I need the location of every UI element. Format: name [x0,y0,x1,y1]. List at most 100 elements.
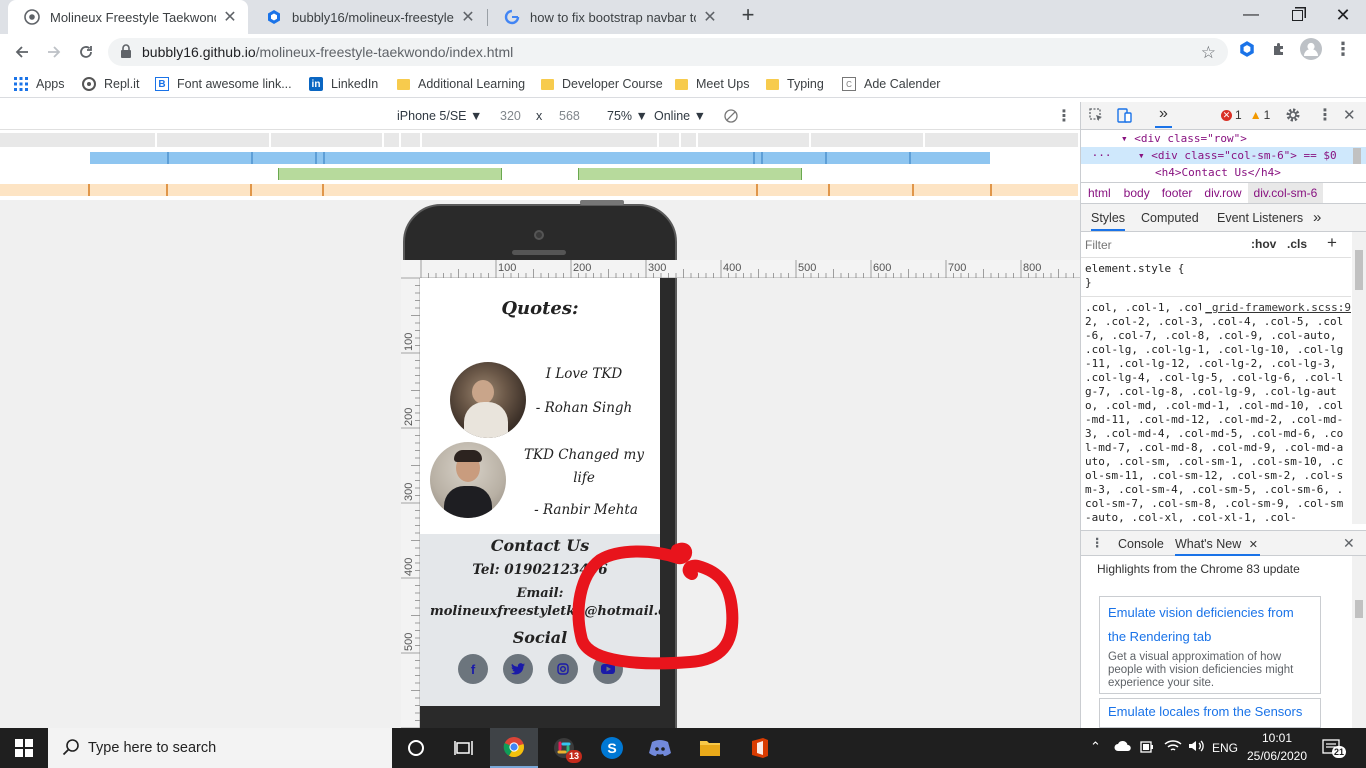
profile-avatar[interactable] [1300,38,1322,60]
tab-molineux[interactable]: Molineux Freestyle Taekwondo ✕ [8,0,248,34]
tab-more[interactable]: » [1313,209,1321,226]
rule-source-link[interactable]: _grid-framework.scss:9 [1201,301,1351,315]
drawer-close-icon[interactable]: ✕ [1343,535,1355,552]
bookmark-typing[interactable]: Typing [765,75,824,93]
element-style-rule[interactable]: element.style { } [1081,258,1351,297]
new-tab-button[interactable]: + [736,4,760,28]
tray-chevron-icon[interactable]: ⌃ [1090,739,1101,755]
mq-orange-bar[interactable] [0,184,1078,196]
breadcrumb-div-col[interactable]: div.col-sm-6 [1247,183,1324,203]
drawer-menu-icon[interactable]: ⋮ [1091,535,1104,550]
forward-arrow-icon[interactable] [40,38,68,66]
breadcrumb-body[interactable]: body [1118,186,1156,200]
error-count-badge[interactable]: ✕ 1 ▲ 1 [1221,108,1270,122]
action-center-icon[interactable]: 21 [1322,738,1347,761]
breadcrumb-html[interactable]: html [1081,186,1118,200]
bookmark-apps[interactable]: Apps [14,75,65,93]
styles-filter-input[interactable] [1085,236,1241,254]
bookmark-linkedin[interactable]: in LinkedIn [309,75,378,93]
taskbar-search-box[interactable]: Type here to search [48,728,392,768]
clock-time[interactable]: 10:01 [1248,731,1306,745]
breadcrumb-footer[interactable]: footer [1156,186,1199,200]
twitter-icon[interactable] [503,654,533,684]
card-title-link[interactable]: Emulate locales from the Sensors [1108,703,1312,721]
skype-taskbar-icon[interactable]: S [588,728,636,768]
back-arrow-icon[interactable] [8,38,36,66]
cls-toggle[interactable]: .cls [1287,237,1307,251]
tab-github[interactable]: bubbly16/molineux-freestyle-tae ✕ [250,0,486,34]
extensions-puzzle-icon[interactable] [1268,38,1290,60]
styles-scrollbar-track[interactable] [1352,232,1366,524]
whats-new-card-2[interactable]: Emulate locales from the Sensors [1099,698,1321,728]
slack-taskbar-icon[interactable]: 13 [540,728,588,768]
zoom-select[interactable]: 75% ▼ [607,109,648,123]
tab-close-icon[interactable]: ✕ [460,7,476,27]
inspect-element-icon[interactable] [1089,108,1104,126]
tab-computed[interactable]: Computed [1141,211,1199,225]
mq-blue-bar[interactable] [90,152,990,164]
tab-close-icon[interactable]: ✕ [222,7,238,27]
dom-line-row[interactable]: ▾ <div class="row"> [1081,130,1366,147]
tab-google[interactable]: how to fix bootstrap navbar to to ✕ [488,0,728,34]
rotate-disabled-icon[interactable] [724,109,738,126]
grid-rule[interactable]: _grid-framework.scss:9 .col, .col-1, .co… [1081,297,1351,525]
chrome-taskbar-icon[interactable] [490,728,538,768]
close-window-icon[interactable]: ✕ [1320,0,1366,30]
file-explorer-icon[interactable] [686,728,734,768]
language-indicator[interactable]: ENG [1212,741,1238,755]
discord-taskbar-icon[interactable] [636,728,684,768]
device-height-input[interactable]: 568 [559,109,580,123]
device-width-input[interactable]: 320 [500,109,521,123]
battery-icon[interactable] [1140,740,1156,757]
lock-icon[interactable] [120,43,138,61]
tab-close-icon[interactable]: ✕ [702,7,718,27]
bookmark-meet-ups[interactable]: Meet Ups [674,75,750,93]
bookmark-ade-calender[interactable]: C Ade Calender [842,75,940,93]
new-style-rule-icon[interactable]: + [1327,233,1337,253]
drawer-scrollbar-thumb[interactable] [1355,600,1363,618]
tab-styles[interactable]: Styles [1091,211,1126,231]
drawer-scrollbar[interactable] [1352,556,1366,728]
dom-scrollbar[interactable] [1353,148,1361,164]
device-select[interactable]: iPhone 5/SE ▼ [397,109,482,123]
wifi-icon[interactable] [1164,739,1182,756]
device-toolbar-more-icon[interactable]: ⋮ [1056,106,1072,126]
close-tab-icon[interactable]: ✕ [1249,539,1258,551]
bookmark-font-awesome[interactable]: B Font awesome link... [155,75,292,93]
reload-icon[interactable] [72,38,100,66]
bookmark-additional-learning[interactable]: Additional Learning [396,75,525,93]
bookmark-star-icon[interactable]: ☆ [1201,43,1216,63]
facebook-icon[interactable]: f [458,654,488,684]
drawer-tab-console[interactable]: Console [1118,537,1164,551]
clock-date[interactable]: 25/06/2020 [1246,749,1308,763]
bookmark-replit[interactable]: Repl.it [82,75,139,93]
devtools-menu-icon[interactable]: ⋮ [1317,105,1333,125]
dom-line-selected[interactable]: ··· ▾ <div class="col-sm-6"> == $0 [1081,147,1366,164]
cortana-icon[interactable] [392,728,440,768]
mq-green-bar-left[interactable] [278,168,502,180]
tab-event-listeners[interactable]: Event Listeners [1217,211,1303,225]
card-title-link[interactable]: Emulate vision deficiencies from the Ren… [1108,601,1312,649]
device-toggle-icon[interactable] [1117,108,1133,126]
restore-icon[interactable] [1274,0,1320,30]
mq-green-bar-right[interactable] [578,168,802,180]
minimize-icon[interactable]: — [1228,0,1274,30]
windows-start-icon[interactable] [0,728,48,768]
onedrive-cloud-icon[interactable] [1114,740,1132,755]
whats-new-card-1[interactable]: Emulate vision deficiencies from the Ren… [1099,596,1321,694]
office-taskbar-icon[interactable] [736,728,784,768]
breadcrumb-div-row[interactable]: div.row [1198,186,1247,200]
network-throttle-select[interactable]: Online ▼ [654,109,706,123]
bookmark-developer-course[interactable]: Developer Course [540,75,663,93]
extension-hex-icon[interactable] [1236,38,1258,60]
more-panels-icon[interactable]: » [1155,105,1172,128]
devtools-close-icon[interactable]: ✕ [1343,106,1356,124]
address-bar[interactable]: bubbly16.github.io/molineux-freestyle-ta… [108,38,1228,66]
menu-kebab-icon[interactable]: ⋮ [1332,38,1354,60]
settings-gear-icon[interactable] [1285,107,1301,126]
volume-icon[interactable] [1188,739,1206,756]
drawer-tab-whats-new[interactable]: What's New ✕ [1175,537,1260,556]
task-view-icon[interactable] [440,728,488,768]
styles-scrollbar-thumb[interactable] [1355,250,1363,290]
hov-toggle[interactable]: :hov [1251,237,1276,251]
